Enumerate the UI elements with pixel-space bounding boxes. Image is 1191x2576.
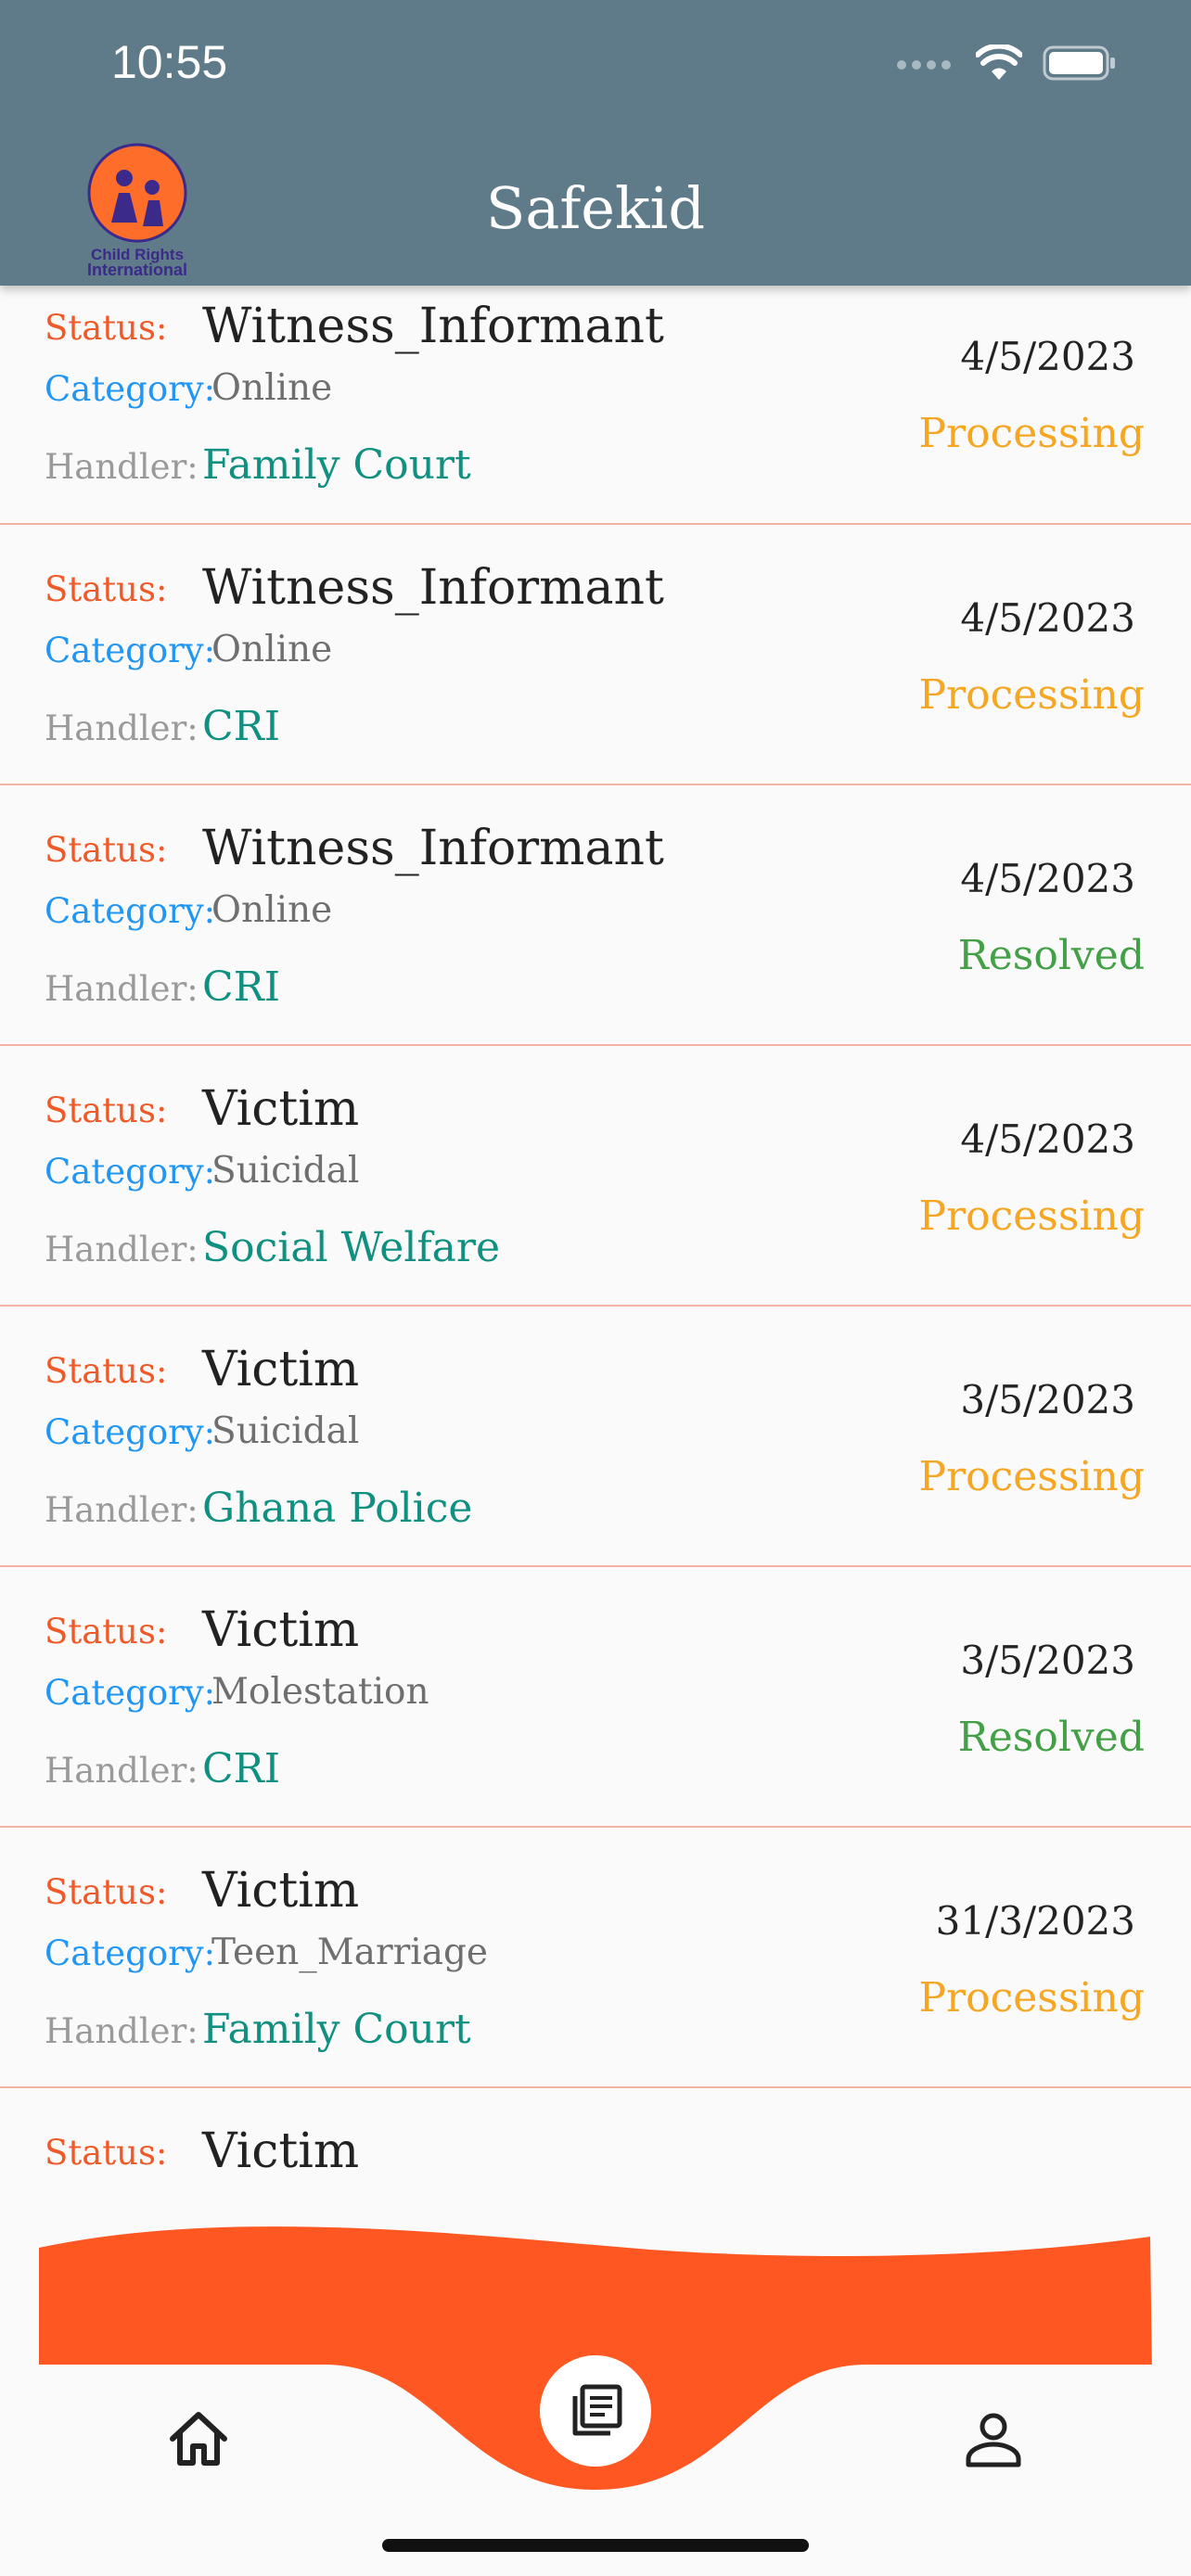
handler-value: Social Welfare	[202, 1224, 500, 1271]
status-value: Witness_Informant	[202, 560, 664, 616]
profile-icon[interactable]	[963, 2409, 1024, 2470]
category-value: Molestation	[211, 1671, 429, 1713]
handler-label: Handler:	[45, 1490, 198, 1530]
status-value: Victim	[202, 2123, 360, 2179]
status-label: Status:	[45, 1351, 168, 1391]
category-value: Online	[211, 629, 333, 670]
report-row[interactable]: Status: Witness_Informant Category: Onli…	[0, 286, 1191, 525]
report-list: Status: Witness_Informant Category: Onli…	[0, 286, 1191, 2349]
status-time: 10:55	[111, 36, 228, 88]
report-row[interactable]: Status: Witness_Informant Category: Onli…	[0, 785, 1191, 1046]
report-date: 3/5/2023	[960, 1377, 1135, 1422]
status-value: Victim	[202, 1081, 360, 1137]
status-value: Victim	[202, 1342, 360, 1397]
status-value: Victim	[202, 1602, 360, 1658]
category-label: Category:	[45, 891, 216, 931]
report-date: 3/5/2023	[960, 1638, 1135, 1683]
handler-label: Handler:	[45, 969, 198, 1009]
report-state-badge: Processing	[918, 671, 1145, 719]
handler-label: Handler:	[45, 708, 198, 748]
status-value: Witness_Informant	[202, 821, 664, 876]
report-date: 4/5/2023	[960, 1116, 1135, 1162]
status-label: Status:	[45, 830, 168, 870]
status-label: Status:	[45, 308, 168, 348]
report-date: 4/5/2023	[960, 856, 1135, 901]
handler-value: Ghana Police	[202, 1485, 473, 1532]
report-date: 31/3/2023	[935, 1898, 1135, 1944]
category-value: Suicidal	[211, 1410, 360, 1452]
status-value: Victim	[202, 1863, 360, 1919]
reports-nav-button[interactable]	[540, 2355, 651, 2467]
report-state-badge: Processing	[918, 1453, 1145, 1500]
handler-label: Handler:	[45, 1230, 198, 1269]
report-row[interactable]: Status: Victim Category: Suicidal Handle…	[0, 1307, 1191, 1567]
status-label: Status:	[45, 569, 168, 609]
home-indicator[interactable]	[382, 2539, 809, 2552]
handler-value: Family Court	[202, 2006, 471, 2053]
category-label: Category:	[45, 1152, 216, 1192]
report-date: 4/5/2023	[960, 334, 1135, 379]
cellular-signal-icon	[897, 60, 951, 70]
status-label: Status:	[45, 2133, 168, 2173]
wifi-icon	[976, 45, 1022, 80]
handler-value: CRI	[202, 1745, 281, 1792]
category-label: Category:	[45, 1673, 216, 1713]
report-state-badge: Processing	[918, 1192, 1145, 1240]
status-value: Witness_Informant	[202, 299, 664, 354]
handler-label: Handler:	[45, 447, 198, 487]
svg-text:International: International	[87, 261, 187, 278]
report-row[interactable]: Status: Victim Category: Molestation Han…	[0, 1567, 1191, 1828]
status-icons	[896, 45, 1117, 82]
category-label: Category:	[45, 1412, 216, 1452]
handler-value: CRI	[202, 963, 281, 1011]
report-row[interactable]: Status: Victim Category: Suicidal Handle…	[0, 1046, 1191, 1307]
handler-label: Handler:	[45, 2011, 198, 2051]
report-row[interactable]: Status: Victim Category: Teen_Marriage H…	[0, 1828, 1191, 2088]
category-label: Category:	[45, 1933, 216, 1973]
report-state-badge: Resolved	[957, 932, 1145, 979]
battery-icon	[1043, 45, 1115, 81]
category-label: Category:	[45, 369, 216, 409]
report-state-badge: Processing	[918, 1974, 1145, 2021]
status-label: Status:	[45, 1872, 168, 1912]
handler-label: Handler:	[45, 1751, 198, 1791]
report-date: 4/5/2023	[960, 595, 1135, 641]
report-row[interactable]: Status: Witness_Informant Category: Onli…	[0, 525, 1191, 785]
category-value: Teen_Marriage	[211, 1932, 489, 1973]
handler-value: CRI	[202, 703, 281, 750]
page-title: Safekid	[485, 174, 706, 242]
category-label: Category:	[45, 631, 216, 670]
status-label: Status:	[45, 1090, 168, 1130]
home-icon[interactable]	[167, 2409, 230, 2468]
category-value: Online	[211, 889, 333, 931]
category-value: Suicidal	[211, 1150, 360, 1192]
category-value: Online	[211, 367, 333, 409]
report-state-badge: Processing	[918, 410, 1145, 457]
app-bar: 10:55 Child Rights International Safekid	[0, 0, 1191, 286]
report-state-badge: Resolved	[957, 1714, 1145, 1761]
status-label: Status:	[45, 1612, 168, 1651]
handler-value: Family Court	[202, 441, 471, 489]
reports-icon	[572, 2384, 622, 2436]
